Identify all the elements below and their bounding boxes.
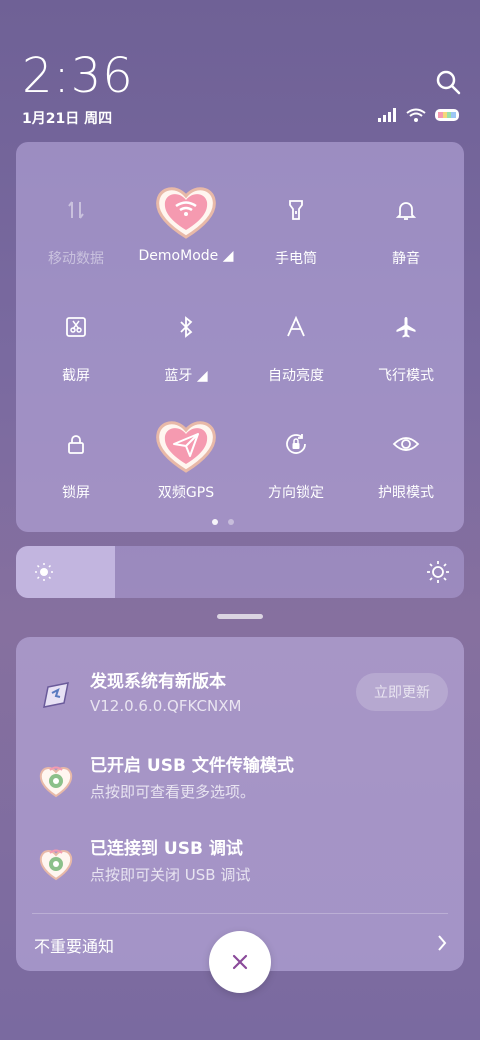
- tile-label: 蓝牙 ◢: [164, 368, 208, 384]
- page-dot: [228, 519, 234, 525]
- close-icon: [232, 954, 248, 970]
- tile-bluetooth[interactable]: 蓝牙 ◢: [131, 269, 241, 384]
- drag-handle[interactable]: [217, 614, 263, 619]
- tile-label: 截屏: [62, 368, 90, 384]
- tile-label: 自动亮度: [268, 368, 324, 384]
- bell-icon: [395, 202, 417, 220]
- notification-title: 发现系统有新版本: [90, 672, 226, 692]
- signal-icon: [378, 108, 396, 122]
- brightness-low-icon: [35, 563, 53, 581]
- brightness-high-icon: [427, 561, 449, 583]
- tile-label: 手电筒: [275, 251, 317, 267]
- divider: [32, 913, 448, 914]
- tile-screenshot[interactable]: 截屏: [21, 269, 131, 384]
- mobile-data-icon: [68, 201, 84, 219]
- status-icons: [378, 108, 462, 122]
- page-dot-active: [212, 519, 218, 525]
- tile-label: 锁屏: [62, 485, 90, 501]
- tile-demomode[interactable]: DemoMode ◢: [131, 152, 241, 264]
- auto-brightness-icon: [287, 315, 305, 337]
- tile-flashlight[interactable]: 手电筒: [241, 152, 351, 267]
- update-now-button[interactable]: 立即更新: [356, 673, 448, 711]
- notification-subtitle: 点按即可查看更多选项。: [90, 783, 256, 801]
- page-indicator: [212, 519, 234, 525]
- flashlight-icon: [289, 200, 303, 220]
- tile-label: 方向锁定: [268, 485, 324, 501]
- tile-auto-brightness[interactable]: 自动亮度: [241, 269, 351, 384]
- notification-panel: 发现系统有新版本 V12.0.6.0.QFKCNXM 立即更新 已开启 USB …: [16, 637, 464, 971]
- notification-subtitle: V12.0.6.0.QFKCNXM: [90, 697, 242, 715]
- usb-icon: [39, 766, 73, 798]
- tile-lock-screen[interactable]: 锁屏: [21, 386, 131, 501]
- notification-title: 已连接到 USB 调试: [90, 839, 243, 859]
- gps-heart-icon: [156, 421, 216, 473]
- tile-airplane[interactable]: 飞行模式: [351, 269, 461, 384]
- screenshot-icon: [66, 317, 86, 337]
- tile-label: DemoMode ◢: [138, 248, 234, 264]
- clear-all-button[interactable]: [209, 931, 271, 993]
- quick-settings-panel: 移动数据 DemoMode ◢ 手电筒 静音 截屏 蓝牙 ◢ 自动亮度 飞行模式: [16, 142, 464, 532]
- wifi-heart-icon: [156, 187, 216, 239]
- notification-title: 已开启 USB 文件传输模式: [90, 756, 294, 776]
- tile-silent[interactable]: 静音: [351, 152, 461, 267]
- airplane-icon: [396, 317, 416, 338]
- tile-label: 双频GPS: [157, 485, 215, 501]
- tile-rotation-lock[interactable]: 方向锁定: [241, 386, 351, 501]
- bluetooth-icon: [180, 316, 193, 338]
- brightness-fill: [16, 546, 115, 598]
- battery-icon: [435, 109, 459, 121]
- rotation-lock-icon: [286, 434, 306, 454]
- tile-label: 护眼模式: [378, 485, 434, 501]
- wifi-icon: [406, 108, 426, 122]
- tile-label: 静音: [392, 251, 420, 267]
- notification-usb-transfer[interactable]: 已开启 USB 文件传输模式 点按即可查看更多选项。: [16, 749, 464, 819]
- chevron-right-icon[interactable]: [436, 933, 448, 953]
- brightness-slider[interactable]: [16, 546, 464, 598]
- usb-debug-icon: [39, 849, 73, 881]
- notification-usb-debug[interactable]: 已连接到 USB 调试 点按即可关闭 USB 调试: [16, 832, 464, 902]
- notification-subtitle: 点按即可关闭 USB 调试: [90, 866, 251, 884]
- eye-icon: [392, 437, 420, 451]
- tile-dual-gps[interactable]: 双频GPS: [131, 386, 241, 501]
- clock: 2:36: [22, 48, 134, 104]
- date: 1月21日 周四: [22, 111, 113, 127]
- lock-icon: [68, 435, 84, 454]
- minor-notifications-link[interactable]: 不重要通知: [34, 933, 114, 957]
- tile-label: 飞行模式: [378, 368, 434, 384]
- tile-mobile-data[interactable]: 移动数据: [21, 152, 131, 267]
- update-icon: [43, 682, 69, 708]
- tile-eye-protection[interactable]: 护眼模式: [351, 386, 461, 501]
- search-icon[interactable]: [434, 68, 462, 96]
- tile-label: 移动数据: [48, 251, 104, 267]
